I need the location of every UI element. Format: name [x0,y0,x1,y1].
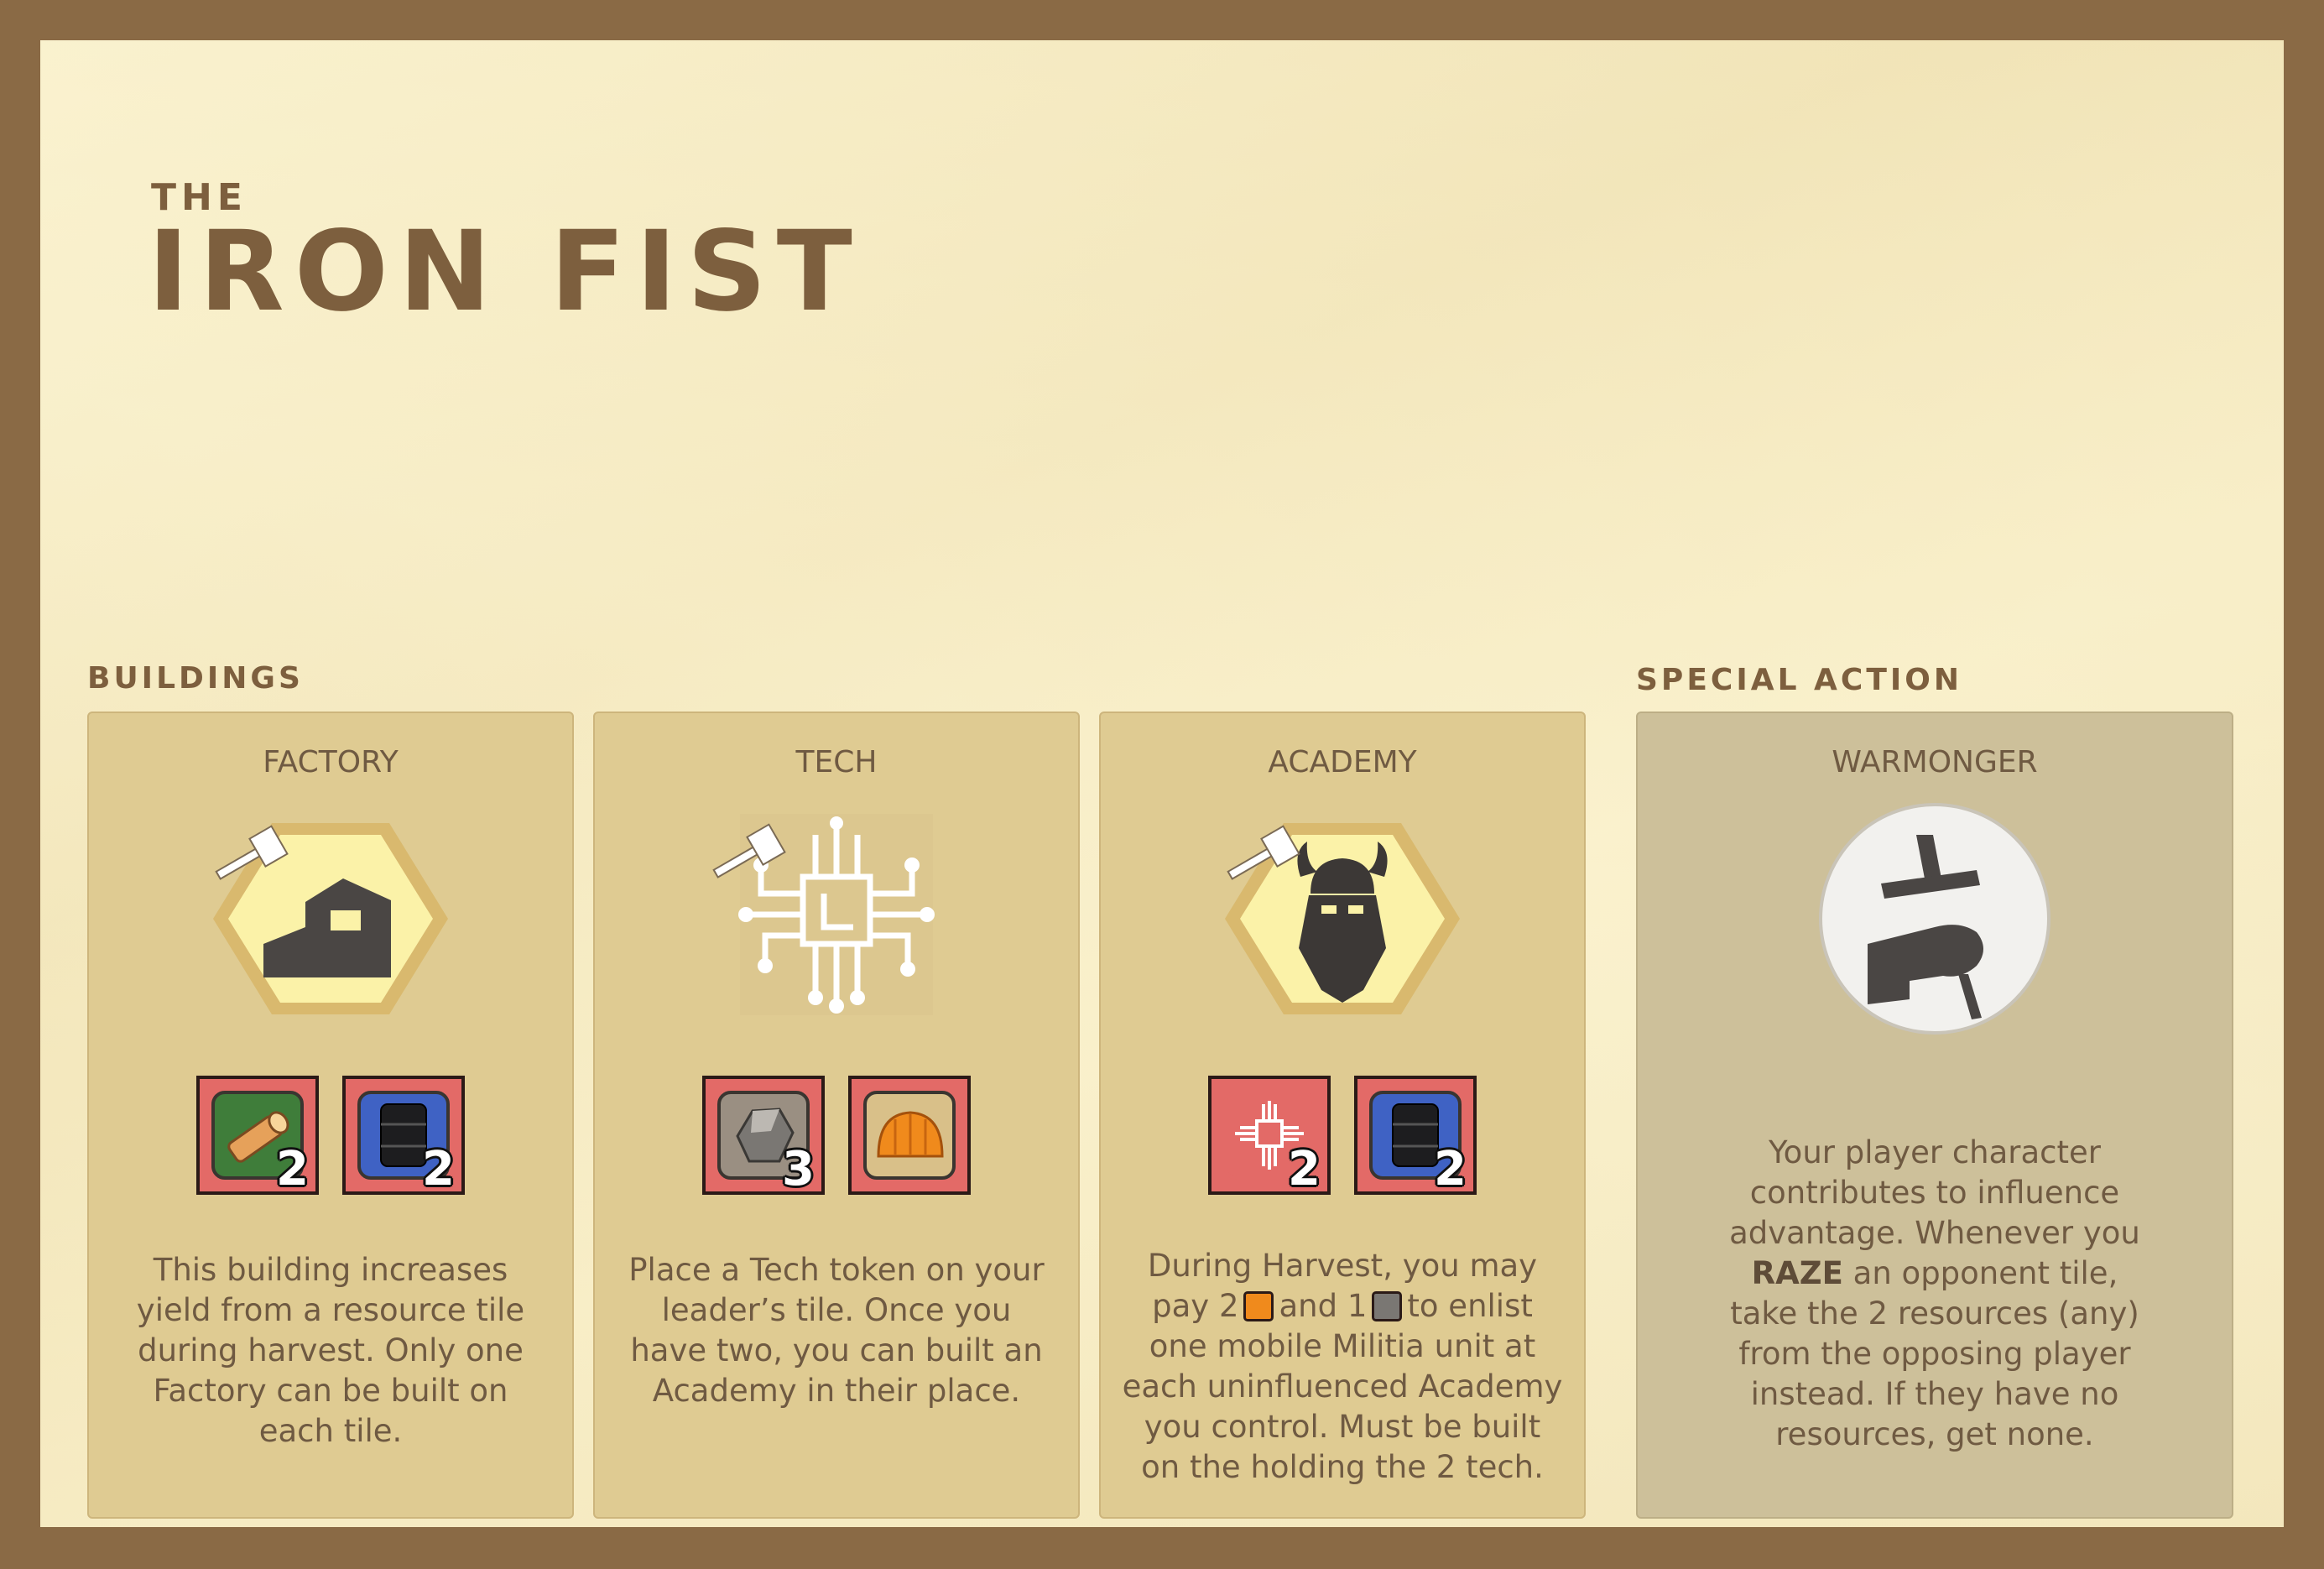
card-sheet: THE IRON FIST BUILDINGS SPECIAL ACTION F… [40,40,2284,1527]
academy-card: ACADEMY 2 2 During Harvest, you may pay … [1099,712,1586,1519]
cost-oil: 2 [342,1076,465,1196]
academy-title: ACADEMY [1268,745,1417,779]
cost-tech: 2 [1208,1076,1331,1196]
cost-stone: 3 [702,1076,825,1196]
page-title: IRON FIST [148,207,862,336]
cost-count: 2 [422,1142,455,1196]
factory-hex-icon [196,801,465,1036]
cost-wood: 2 [196,1076,319,1196]
tech-title: TECH [795,745,878,779]
academy-description: During Harvest, you may pay 2 and 1 to enl… [1121,1246,1564,1488]
factory-description: This building increases yield from a res… [136,1252,525,1449]
stone-ore-icon [1372,1291,1403,1321]
special-action-heading: SPECIAL ACTION [1636,663,1963,697]
buildings-heading: BUILDINGS [87,661,304,696]
factory-costs: 2 2 [89,1076,572,1196]
factory-title: FACTORY [263,745,399,779]
cost-count: 3 [782,1142,815,1196]
warmonger-description: Your player character contributes to inf… [1713,1133,2156,1455]
tech-costs: 3 [595,1076,1078,1196]
cost-count: 2 [1288,1142,1321,1196]
cost-count: 2 [276,1142,309,1196]
academy-costs: 2 2 [1101,1076,1584,1196]
academy-desc-b: and 1 [1279,1288,1368,1324]
fist-holding-sword-icon [1817,801,2052,1036]
tech-card: TECH 3 Place a Tech token on your leader… [593,712,1080,1519]
raze-keyword: RAZE [1751,1255,1843,1291]
bread-loaf-icon [863,1091,956,1180]
warmonger-desc-a: Your player character contributes to inf… [1729,1134,2140,1251]
bread-loaf-icon [1243,1291,1274,1321]
tech-description: Place a Tech token on your leader’s tile… [628,1252,1045,1409]
circuit-chip-icon [702,801,971,1036]
viking-warrior-hex-icon [1208,801,1477,1036]
factory-card: FACTORY 2 2 This building increases yiel… [87,712,574,1519]
warmonger-card: WARMONGER Your player character contribu… [1636,712,2233,1519]
cost-count: 2 [1434,1142,1467,1196]
cost-oil: 2 [1354,1076,1477,1196]
cost-bread [848,1076,971,1195]
warmonger-title: WARMONGER [1832,745,2038,779]
